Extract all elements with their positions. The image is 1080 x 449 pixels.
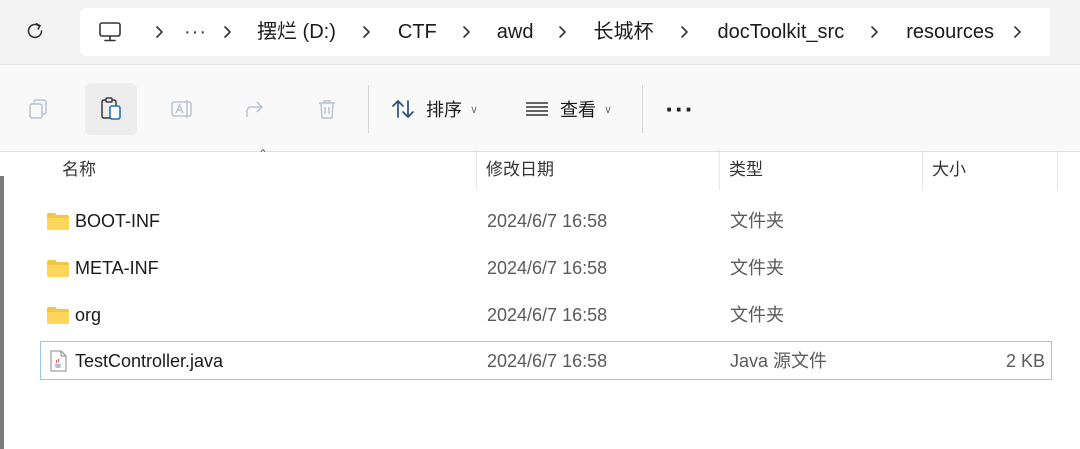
breadcrumb-resources[interactable]: resources — [904, 8, 996, 56]
column-divider[interactable] — [476, 150, 477, 190]
folder-icon — [47, 307, 69, 324]
file-row-testcontroller[interactable]: TestController.java 2024/6/7 16:58 Java … — [40, 341, 1052, 380]
chevron-down-icon: ∨ — [604, 103, 613, 116]
chevron-right-icon[interactable] — [996, 8, 1040, 56]
file-row-meta-inf[interactable]: META-INF 2024/6/7 16:58 文件夹 — [40, 248, 1052, 286]
breadcrumb-ctf[interactable]: CTF — [396, 8, 439, 56]
refresh-button[interactable] — [18, 14, 52, 48]
file-row-boot-inf[interactable]: BOOT-INF 2024/6/7 16:58 文件夹 — [40, 201, 1052, 239]
refresh-icon — [27, 23, 43, 39]
trash-icon — [319, 100, 335, 119]
file-type: Java 源文件 — [730, 351, 828, 371]
sort-icon — [392, 100, 414, 118]
paste-button[interactable] — [85, 83, 137, 135]
toolbar-divider — [368, 85, 369, 133]
breadcrumb-doctoolkit-src[interactable]: docToolkit_src — [715, 8, 846, 56]
folder-icon — [47, 213, 69, 230]
file-name: TestController.java — [75, 351, 224, 371]
view-icon — [526, 102, 548, 116]
file-size: 2 KB — [1005, 351, 1045, 371]
file-modified: 2024/6/7 16:58 — [487, 258, 608, 278]
column-divider[interactable] — [1057, 150, 1058, 190]
chevron-right-icon[interactable] — [439, 8, 495, 56]
copy-icon — [29, 99, 47, 119]
sort-label: 排序 — [426, 100, 462, 120]
file-modified: 2024/6/7 16:58 — [487, 211, 608, 231]
column-header-row: 名称 修改日期 类型 大小 — [40, 150, 1060, 190]
address-toolbar: ··· 摆烂 (D:) CTF awd 长城杯 docToolkit_src r… — [0, 0, 1080, 64]
share-icon — [246, 101, 263, 117]
file-name: org — [75, 305, 102, 325]
chevron-right-icon[interactable] — [338, 8, 396, 56]
column-divider[interactable] — [922, 150, 923, 190]
breadcrumb-drive-d[interactable]: 摆烂 (D:) — [255, 8, 338, 56]
breadcrumb-overflow-button[interactable]: ··· — [180, 12, 211, 52]
sort-button[interactable]: 排序 ∨ — [390, 85, 478, 133]
chevron-right-icon[interactable] — [655, 8, 715, 56]
this-pc-button[interactable] — [80, 8, 140, 56]
delete-button[interactable] — [301, 83, 353, 135]
breadcrumb-changchengbei[interactable]: 长城杯 — [591, 8, 655, 56]
view-label: 查看 — [560, 100, 596, 120]
file-modified: 2024/6/7 16:58 — [487, 305, 608, 325]
chevron-right-icon[interactable] — [140, 8, 180, 56]
column-divider[interactable] — [719, 150, 720, 190]
rename-icon — [171, 100, 192, 118]
paste-icon — [101, 97, 121, 120]
column-header-name[interactable]: 名称 — [62, 150, 96, 190]
file-modified: 2024/6/7 16:58 — [487, 351, 608, 371]
address-bar[interactable]: ··· 摆烂 (D:) CTF awd 长城杯 docToolkit_src r… — [80, 8, 1050, 56]
java-file-icon — [50, 350, 67, 372]
share-button[interactable] — [229, 83, 281, 135]
file-name: BOOT-INF — [75, 211, 160, 231]
more-options-button[interactable]: ··· — [660, 85, 700, 133]
nav-pane-edge — [0, 176, 4, 449]
monitor-icon — [99, 22, 121, 42]
column-header-modified[interactable]: 修改日期 — [486, 150, 554, 190]
column-header-size[interactable]: 大小 — [932, 150, 966, 190]
file-type: 文件夹 — [730, 211, 784, 231]
chevron-right-icon[interactable] — [535, 8, 591, 56]
chevron-right-icon[interactable] — [211, 8, 245, 56]
command-bar: 排序 ∨ 查看 ∨ ··· — [0, 64, 1080, 152]
toolbar-divider — [642, 85, 643, 133]
chevron-right-icon[interactable] — [846, 8, 904, 56]
breadcrumb-awd[interactable]: awd — [495, 8, 536, 56]
file-name: META-INF — [75, 258, 159, 278]
file-type: 文件夹 — [730, 305, 784, 325]
folder-icon — [47, 260, 69, 277]
file-type: 文件夹 — [730, 258, 784, 278]
view-button[interactable]: 查看 ∨ — [524, 85, 612, 133]
copy-button[interactable] — [12, 83, 64, 135]
column-header-type[interactable]: 类型 — [729, 150, 763, 190]
chevron-down-icon: ∨ — [470, 103, 479, 116]
file-row-org[interactable]: org 2024/6/7 16:58 文件夹 — [40, 295, 1052, 333]
rename-button[interactable] — [157, 83, 209, 135]
